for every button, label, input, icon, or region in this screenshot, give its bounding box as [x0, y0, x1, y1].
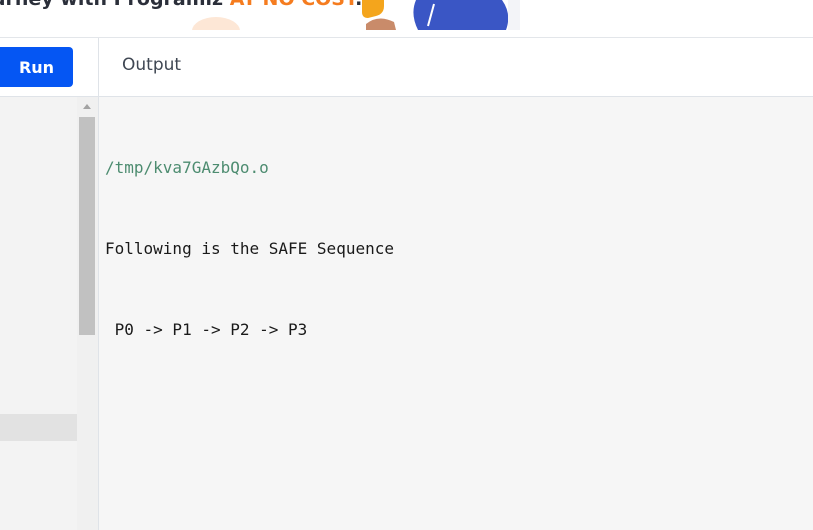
peach-shape-icon — [192, 17, 240, 30]
output-line-path: /tmp/kva7GAzbQo.o — [105, 158, 269, 177]
scroll-up-arrow-icon[interactable] — [83, 104, 91, 109]
output-line: P0 -> P1 -> P2 -> P3 — [105, 320, 308, 339]
banner-edge — [508, 0, 520, 30]
output-line: Following is the SAFE Sequence — [105, 239, 394, 258]
output-console[interactable]: /tmp/kva7GAzbQo.o Following is the SAFE … — [99, 97, 813, 530]
code-editor-pane[interactable] — [0, 97, 77, 530]
output-tab-label: Output — [122, 55, 182, 75]
active-line-highlight — [0, 414, 77, 441]
scroll-thumb[interactable] — [79, 117, 95, 335]
editor-scrollbar[interactable] — [77, 97, 98, 530]
output-lines: /tmp/kva7GAzbQo.o Following is the SAFE … — [105, 100, 394, 397]
promo-banner[interactable]: urney with Programiz AT NO COST. — [0, 0, 813, 38]
hand-icon — [366, 18, 396, 30]
python-logo-icon — [362, 0, 384, 18]
promo-illustration — [192, 0, 520, 30]
run-button[interactable]: Run — [0, 47, 73, 87]
